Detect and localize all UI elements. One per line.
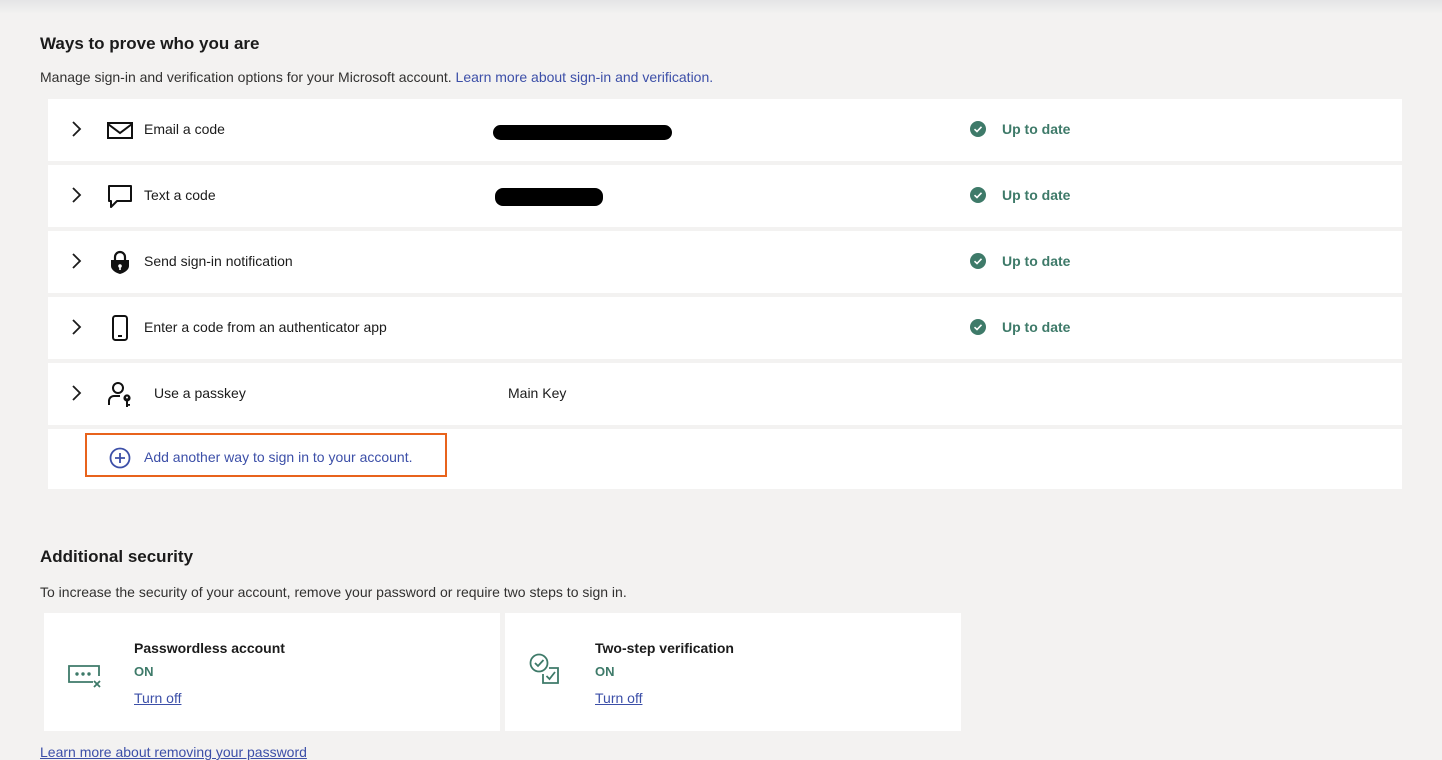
chevron-right-icon[interactable] — [68, 251, 84, 271]
person-key-icon — [108, 382, 131, 407]
method-row-passkey[interactable]: Use a passkey Main Key — [48, 363, 1402, 425]
status-text: Up to date — [1002, 253, 1071, 269]
status-text: Up to date — [1002, 187, 1071, 203]
check-circle-icon — [970, 121, 986, 137]
check-circle-icon — [970, 253, 986, 269]
chevron-right-icon[interactable] — [68, 119, 84, 139]
card-title: Two-step verification — [595, 640, 734, 656]
turn-off-two-step-link[interactable]: Turn off — [595, 690, 642, 706]
top-shadow — [0, 0, 1442, 14]
card-state: ON — [595, 664, 615, 679]
status-badge: Up to date — [970, 253, 1070, 269]
status-text: Up to date — [1002, 319, 1071, 335]
turn-off-passwordless-link[interactable]: Turn off — [134, 690, 181, 706]
learn-more-link[interactable]: Learn more about sign-in and verificatio… — [456, 69, 714, 85]
method-row-text[interactable]: Text a code Up to date — [48, 165, 1402, 227]
method-label: Use a passkey — [154, 385, 246, 401]
method-label: Send sign-in notification — [144, 253, 293, 269]
sign-in-methods-list: Email a code Up to date Text a code Up t… — [48, 99, 1402, 489]
additional-title: Additional security — [40, 547, 194, 566]
ways-title: Ways to prove who you are — [40, 34, 260, 53]
status-badge: Up to date — [970, 319, 1070, 335]
chat-bubble-icon — [108, 185, 132, 208]
card-title: Passwordless account — [134, 640, 285, 656]
phone-icon — [112, 315, 128, 341]
status-badge: Up to date — [970, 121, 1070, 137]
password-x-icon — [68, 665, 101, 688]
two-step-card: Two-step verification ON Turn off — [505, 613, 961, 731]
method-label: Text a code — [144, 187, 216, 203]
check-circle-icon — [970, 319, 986, 335]
additional-description: To increase the security of your account… — [40, 584, 627, 600]
method-row-notification[interactable]: Send sign-in notification Up to date — [48, 231, 1402, 293]
passwordless-card: Passwordless account ON Turn off — [44, 613, 500, 731]
chevron-right-icon[interactable] — [68, 185, 84, 205]
chevron-right-icon[interactable] — [68, 317, 84, 337]
status-text: Up to date — [1002, 121, 1071, 137]
method-row-email[interactable]: Email a code Up to date — [48, 99, 1402, 161]
method-value: Main Key — [508, 385, 567, 401]
redaction-bar — [495, 188, 603, 206]
envelope-icon — [107, 122, 133, 139]
learn-more-remove-password-link[interactable]: Learn more about removing your password — [40, 744, 307, 760]
plus-circle-icon — [109, 447, 131, 469]
add-method-label: Add another way to sign in to your accou… — [144, 449, 413, 465]
card-state: ON — [134, 664, 154, 679]
method-row-authenticator[interactable]: Enter a code from an authenticator app U… — [48, 297, 1402, 359]
redaction-bar — [493, 125, 672, 140]
add-method-row: Add another way to sign in to your accou… — [48, 429, 1402, 489]
chevron-right-icon[interactable] — [68, 383, 84, 403]
lock-shield-icon — [111, 250, 129, 274]
check-circle-icon — [970, 187, 986, 203]
add-method-button[interactable]: Add another way to sign in to your accou… — [85, 433, 447, 477]
ways-description-text: Manage sign-in and verification options … — [40, 69, 452, 85]
status-badge: Up to date — [970, 187, 1070, 203]
double-check-icon — [529, 653, 559, 684]
method-label: Email a code — [144, 121, 225, 137]
method-label: Enter a code from an authenticator app — [144, 319, 387, 335]
ways-description: Manage sign-in and verification options … — [40, 69, 713, 85]
